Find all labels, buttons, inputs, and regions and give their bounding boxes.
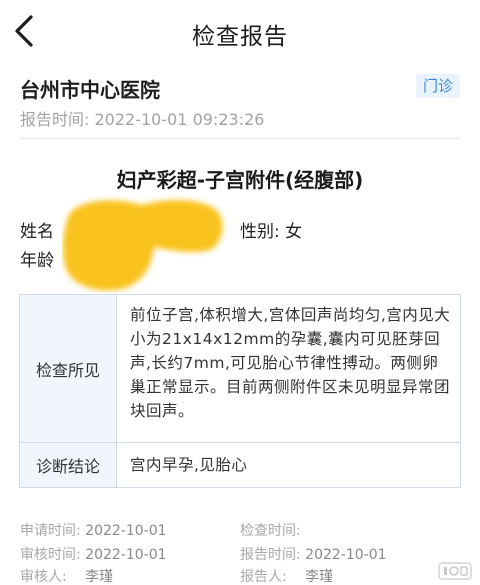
reviewer-label: 审核人: [20, 569, 67, 585]
reporter-value: 李瑾 [305, 569, 334, 585]
diagnosis-row: 诊断结论 宫内早孕,见胎心 [20, 443, 460, 487]
findings-label: 检查所见 [20, 295, 117, 442]
review-time-value: 2022-10-01 [85, 547, 167, 563]
report-time-value: 2022-10-01 09:23:26 [94, 110, 265, 129]
check-time: 检查时间: [240, 520, 301, 540]
report-date: 报告时间: 2022-10-01 [240, 544, 387, 564]
findings-text: 前位子宫,体积增大,宫体回声尚均匀,宫内见大小为21x14x12mm的孕囊,囊内… [130, 306, 451, 420]
hospital-name: 台州市中心医院 [20, 78, 160, 102]
gender-value: 女 [285, 222, 303, 242]
apply-time-value: 2022-10-01 [85, 523, 167, 539]
report-table: 检查所见 前位子宫,体积增大,宫体回声尚均匀,宫内见大小为21x14x12mm的… [19, 294, 461, 488]
reporter-label: 报告人: [240, 569, 287, 585]
report-time-label: 报告时间: [20, 110, 90, 129]
gender-label: 性别: [240, 222, 280, 242]
check-time-label: 检查时间: [240, 523, 301, 539]
divider [20, 138, 460, 139]
reviewer: 审核人: 李瑾 [20, 566, 113, 585]
redaction-blob [62, 200, 223, 291]
diagnosis-text: 宫内早孕,见胎心 [130, 456, 248, 474]
diagnosis-label: 诊断结论 [20, 443, 117, 487]
findings-row: 检查所见 前位子宫,体积增大,宫体回声尚均匀,宫内见大小为21x14x12mm的… [20, 295, 460, 443]
exam-title: 妇产彩超-子宫附件(经腹部) [116, 168, 364, 192]
reviewer-value: 李瑾 [85, 569, 114, 585]
apply-time: 申请时间: 2022-10-01 [20, 520, 167, 540]
nav-bar: 检查报告 [0, 0, 480, 64]
page-title: 检查报告 [192, 24, 288, 50]
reporter: 报告人: 李瑾 [240, 566, 333, 585]
visit-type-badge: 门诊 [416, 74, 460, 98]
report-date-value: 2022-10-01 [305, 547, 387, 563]
report-time: 报告时间: 2022-10-01 09:23:26 [20, 106, 264, 130]
review-time-label: 审核时间: [20, 547, 81, 563]
review-time: 审核时间: 2022-10-01 [20, 544, 167, 564]
apply-time-label: 申请时间: [20, 523, 81, 539]
report-date-label: 报告时间: [240, 547, 301, 563]
name-label: 姓名 [20, 222, 54, 242]
watermark-logo [438, 562, 472, 580]
age-label: 年龄 [20, 251, 54, 271]
gender-field: 性别: 女 [240, 217, 302, 242]
